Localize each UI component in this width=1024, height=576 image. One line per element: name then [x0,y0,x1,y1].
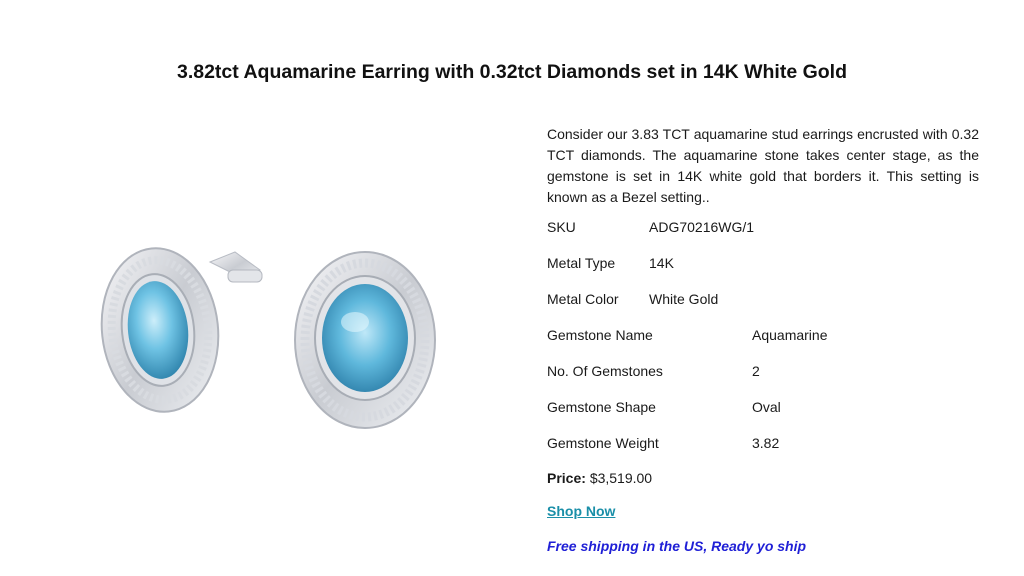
spec-label: Metal Color [547,291,619,307]
spec-value: 14K [649,255,674,271]
spec-label: Metal Type [547,255,616,271]
spec-value: Oval [752,399,781,415]
earring-product-image [100,247,436,429]
spec-value: Aquamarine [752,327,828,343]
spec-value: ADG70216WG/1 [649,219,755,235]
product-title: 3.82tct Aquamarine Earring with 0.32tct … [176,61,847,83]
spec-value: 3.82 [752,435,780,451]
product-details: Consider our 3.83 TCT aquamarine stud ea… [547,124,979,554]
product-description: Consider our 3.83 TCT aquamarine stud ea… [547,126,979,205]
spec-label: Gemstone Weight [547,435,659,451]
shop-now-link[interactable]: Shop Now [547,501,615,521]
spec-label: SKU [547,219,576,235]
shipping-note: Free shipping in the US, Ready yo ship [547,538,807,554]
spec-value: 2 [752,363,760,379]
spec-label: Gemstone Shape [547,399,656,415]
price-label: Price: [547,470,586,486]
price-row: Price: $3,519.00 [547,468,652,488]
spec-value: White Gold [649,291,719,307]
spec-label: Gemstone Name [547,327,653,343]
price-value: $3,519.00 [589,470,653,486]
spec-label: No. Of Gemstones [547,363,663,379]
